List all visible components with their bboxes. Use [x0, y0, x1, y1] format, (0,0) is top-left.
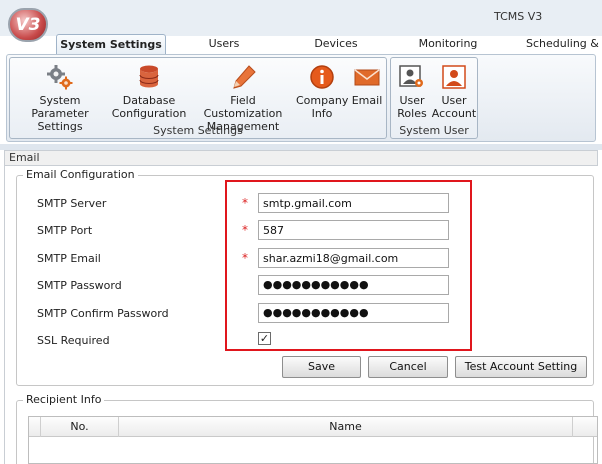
panel-title: Email — [4, 150, 598, 166]
ribbon-group-label-system-user: System User — [399, 124, 469, 137]
smtp-email-label: SMTP Email — [37, 252, 101, 265]
smtp-server-label: SMTP Server — [37, 197, 107, 210]
row-selector-header — [29, 417, 41, 437]
info-icon — [310, 65, 334, 89]
company-info-label-2: Info — [311, 107, 333, 120]
ribbon-group-label-system-settings: System Settings — [153, 124, 243, 137]
tab-scheduling[interactable]: Scheduling & — [526, 34, 602, 56]
ribbon: System Parameter Settings Database Confi… — [6, 54, 596, 142]
ssl-required-label: SSL Required — [37, 334, 110, 347]
database-icon — [139, 65, 159, 88]
smtp-port-label: SMTP Port — [37, 224, 93, 237]
user-roles-label-1: User — [399, 94, 425, 107]
recipient-table: No. Name — [28, 416, 598, 464]
test-account-setting-button[interactable]: Test Account Setting — [455, 356, 587, 378]
smtp-password-label: SMTP Password — [37, 279, 122, 292]
gears-icon — [47, 65, 73, 90]
column-header-no[interactable]: No. — [41, 417, 119, 437]
system-parameter-label-1: System Parameter — [31, 94, 89, 120]
recipient-table-header: No. Name — [29, 417, 597, 437]
save-button[interactable]: Save — [282, 356, 361, 378]
tab-system-settings[interactable]: System Settings — [56, 34, 166, 56]
company-info-label-1: Company — [296, 94, 349, 107]
field-customization-button[interactable]: Field Customization Management — [190, 60, 296, 133]
envelope-icon — [354, 69, 380, 86]
database-label-1: Database — [122, 94, 176, 107]
user-roles-button[interactable]: User Roles — [393, 60, 431, 120]
window-title: TCMS V3 — [494, 10, 543, 23]
column-header-name[interactable]: Name — [119, 417, 573, 437]
ribbon-group-system-settings: System Parameter Settings Database Confi… — [9, 57, 387, 139]
pencil-icon — [233, 65, 256, 89]
ribbon-group-system-user: User Roles User Account System User — [390, 57, 478, 139]
field-customization-label-1: Field Customization — [203, 94, 283, 120]
system-parameter-settings-button[interactable]: System Parameter Settings — [12, 60, 108, 133]
user-roles-label-2: Roles — [397, 107, 427, 120]
cancel-button[interactable]: Cancel — [368, 356, 448, 378]
email-label: Email — [351, 94, 383, 107]
user-account-button[interactable]: User Account — [431, 60, 477, 120]
user-roles-icon — [399, 65, 423, 87]
database-label-2: Configuration — [111, 107, 187, 120]
smtp-confirm-password-label: SMTP Confirm Password — [37, 307, 169, 320]
database-configuration-button[interactable]: Database Configuration — [108, 60, 190, 120]
app-logo[interactable]: V3 — [8, 8, 48, 42]
recipient-info-title: Recipient Info — [23, 393, 105, 406]
tab-monitoring[interactable]: Monitoring — [412, 34, 484, 56]
ribbon-tabs: System Settings Users Devices Monitoring… — [0, 30, 602, 56]
user-account-label-2: Account — [431, 107, 477, 120]
company-info-button[interactable]: Company Info — [296, 60, 348, 120]
tab-users[interactable]: Users — [196, 34, 252, 56]
user-account-icon — [442, 65, 466, 89]
highlight-box — [225, 180, 472, 351]
email-button[interactable]: Email — [348, 60, 386, 107]
email-configuration-title: Email Configuration — [23, 168, 138, 181]
user-account-label-1: User — [441, 94, 467, 107]
tab-devices[interactable]: Devices — [304, 34, 368, 56]
